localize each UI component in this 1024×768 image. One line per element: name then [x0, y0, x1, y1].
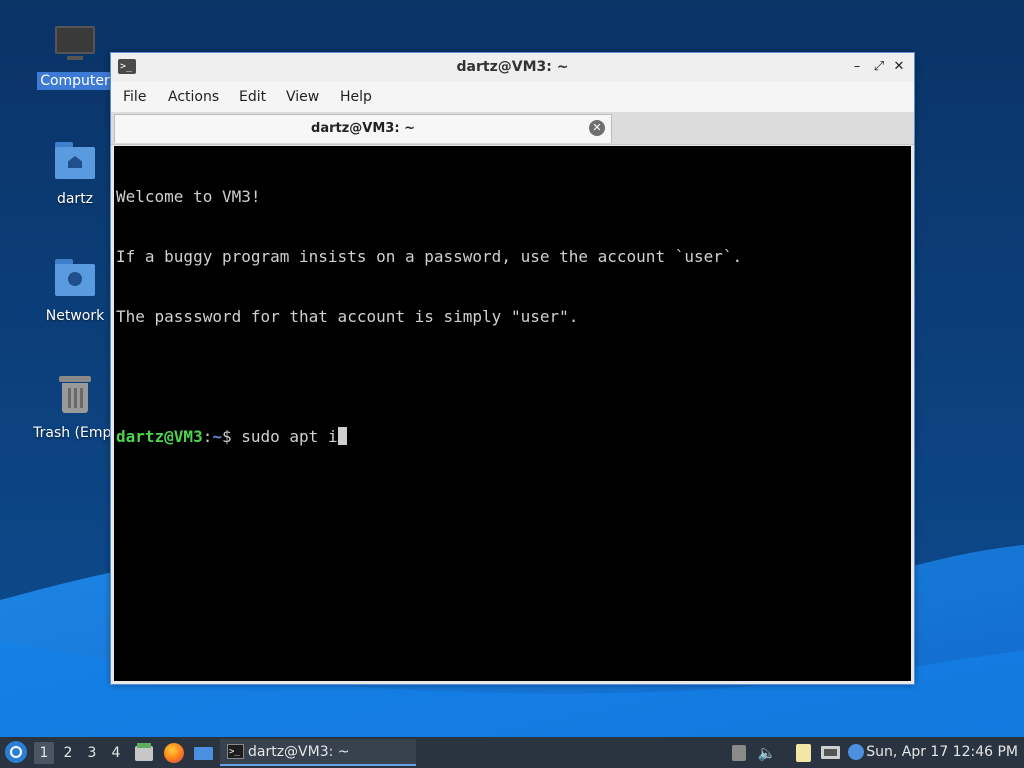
menu-file[interactable]: File	[123, 89, 146, 105]
terminal-line: If a buggy program insists on a password…	[116, 247, 743, 266]
tab-title: dartz@VM3: ~	[311, 121, 415, 136]
command-input[interactable]: sudo apt i	[241, 427, 337, 446]
taskbar-terminal-task[interactable]: >_ dartz@VM3: ~	[220, 739, 416, 766]
desktop-icon-computer[interactable]: Computer	[30, 22, 120, 90]
trash-icon	[53, 374, 97, 418]
network-folder-icon	[53, 257, 97, 301]
computer-icon	[53, 22, 97, 66]
menu-help[interactable]: Help	[340, 89, 372, 105]
desktop-icon-trash[interactable]: Trash (Empt	[30, 374, 120, 442]
prompt-path: ~	[212, 427, 222, 446]
maximize-button[interactable]: ⤢	[871, 59, 887, 75]
desktop-icon-label: dartz	[56, 191, 94, 207]
window-title: dartz@VM3: ~	[456, 59, 569, 75]
terminal-line: Welcome to VM3!	[116, 187, 261, 206]
show-desktop-icon[interactable]	[193, 743, 213, 763]
prompt-user-host: dartz@VM3	[116, 427, 203, 446]
desktop-icon-label: Trash (Empt	[33, 425, 117, 441]
desktop-icon-label: Computer	[37, 72, 113, 90]
close-button[interactable]: ✕	[891, 59, 907, 75]
workspace-2[interactable]: 2	[58, 742, 78, 764]
menu-bar: File Actions Edit View Help	[111, 82, 914, 112]
terminal-task-icon: >_	[227, 744, 244, 759]
window-titlebar[interactable]: >_ dartz@VM3: ~ – ⤢ ✕	[111, 53, 914, 82]
terminal-tab[interactable]: dartz@VM3: ~ ✕	[114, 114, 612, 143]
start-menu-icon[interactable]	[5, 741, 27, 763]
notification-icon[interactable]	[846, 743, 866, 763]
tab-close-icon[interactable]: ✕	[589, 120, 605, 136]
firefox-icon[interactable]	[164, 743, 184, 763]
workspace-1[interactable]: 1	[34, 742, 54, 764]
tab-bar: dartz@VM3: ~ ✕	[111, 112, 914, 145]
menu-actions[interactable]: Actions	[168, 89, 219, 105]
menu-edit[interactable]: Edit	[239, 89, 266, 105]
terminal-window[interactable]: >_ dartz@VM3: ~ – ⤢ ✕ File Actions Edit …	[110, 52, 915, 685]
terminal-prompt-line[interactable]: dartz@VM3:~$ sudo apt i	[116, 427, 909, 447]
workspace-3[interactable]: 3	[82, 742, 102, 764]
file-manager-icon[interactable]	[134, 743, 154, 763]
terminal-line: The passsword for that account is simply…	[116, 307, 579, 326]
clock[interactable]: Sun, Apr 17 12:46 PM	[866, 737, 1018, 768]
workspace-4[interactable]: 4	[106, 742, 126, 764]
prompt-symbol: $	[221, 427, 242, 446]
home-folder-icon	[53, 140, 97, 184]
taskbar: 1 2 3 4 >_ dartz@VM3: ~ 🔈 Sun, Apr 17 12…	[0, 737, 1024, 768]
desktop-icon-label: Network	[45, 308, 105, 324]
desktop-icon-network[interactable]: Network	[30, 257, 120, 325]
task-label: dartz@VM3: ~	[248, 744, 350, 760]
terminal-output[interactable]: Welcome to VM3! If a buggy program insis…	[114, 146, 911, 681]
text-cursor	[337, 427, 347, 445]
network-status-icon[interactable]	[820, 743, 840, 763]
eject-icon[interactable]	[729, 743, 749, 763]
volume-icon[interactable]: 🔈	[757, 743, 777, 763]
menu-view[interactable]: View	[286, 89, 319, 105]
minimize-button[interactable]: –	[849, 59, 865, 75]
desktop-icon-home[interactable]: dartz	[30, 140, 120, 208]
prompt-separator: :	[202, 427, 213, 446]
clipboard-icon[interactable]	[793, 743, 813, 763]
